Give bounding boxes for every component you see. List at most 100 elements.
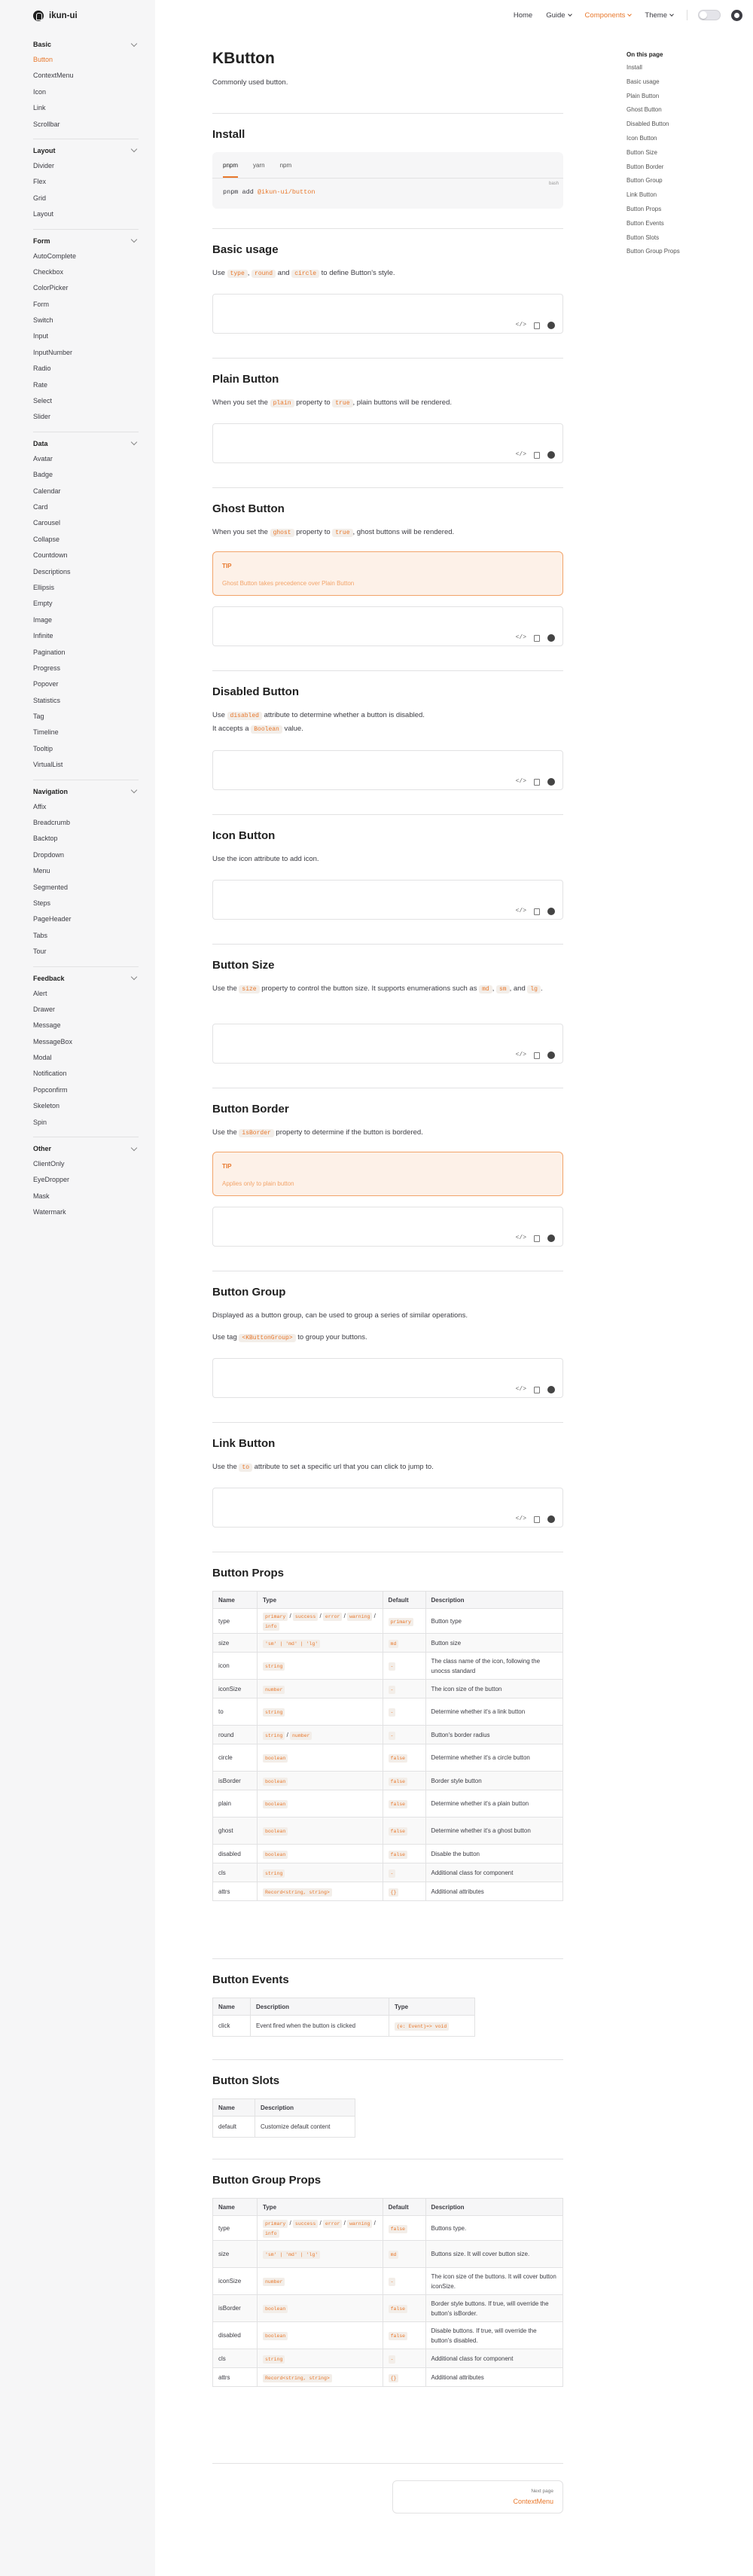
sidebar-item-slider[interactable]: Slider: [33, 409, 139, 425]
github-icon[interactable]: [547, 451, 555, 459]
sidebar-item-segmented[interactable]: Segmented: [33, 880, 139, 896]
sidebar-item-inputnumber[interactable]: InputNumber: [33, 345, 139, 361]
copy-icon[interactable]: [534, 1051, 540, 1059]
toc-item[interactable]: Button Props: [626, 203, 739, 217]
sidebar-group-header[interactable]: Feedback: [33, 973, 139, 984]
toc-item[interactable]: Button Slots: [626, 231, 739, 246]
toc-item[interactable]: Disabled Button: [626, 118, 739, 132]
toc-item[interactable]: Button Border: [626, 160, 739, 175]
github-icon[interactable]: [547, 1235, 555, 1242]
install-command[interactable]: pnpm add @ikun-ui/button: [223, 188, 315, 196]
sidebar-item-statistics[interactable]: Statistics: [33, 693, 139, 709]
sidebar-item-form[interactable]: Form: [33, 297, 139, 313]
github-icon[interactable]: [547, 1386, 555, 1393]
sidebar-item-steps[interactable]: Steps: [33, 896, 139, 911]
sidebar-item-clientonly[interactable]: ClientOnly: [33, 1156, 139, 1172]
sidebar-item-backtop[interactable]: Backtop: [33, 831, 139, 847]
code-icon[interactable]: </>: [516, 451, 526, 459]
github-icon[interactable]: [547, 1051, 555, 1059]
toc-item[interactable]: Icon Button: [626, 132, 739, 146]
toc-item[interactable]: Install: [626, 61, 739, 75]
sidebar-item-countdown[interactable]: Countdown: [33, 548, 139, 563]
sidebar-item-tour[interactable]: Tour: [33, 944, 139, 960]
sidebar-item-switch[interactable]: Switch: [33, 313, 139, 328]
tab-npm[interactable]: npm: [280, 158, 292, 178]
toc-item[interactable]: Ghost Button: [626, 103, 739, 118]
sidebar-item-carousel[interactable]: Carousel: [33, 515, 139, 531]
sidebar-item-layout[interactable]: Layout: [33, 206, 139, 222]
nav-guide[interactable]: Guide: [546, 11, 572, 20]
sidebar-item-infinite[interactable]: Infinite: [33, 628, 139, 644]
sidebar-item-descriptions[interactable]: Descriptions: [33, 564, 139, 580]
code-icon[interactable]: </>: [516, 1386, 526, 1393]
sidebar-item-dropdown[interactable]: Dropdown: [33, 847, 139, 863]
sidebar-item-tabs[interactable]: Tabs: [33, 928, 139, 944]
sidebar-item-card[interactable]: Card: [33, 499, 139, 515]
sidebar-group-header[interactable]: Form: [33, 236, 139, 246]
sidebar-item-watermark[interactable]: Watermark: [33, 1204, 139, 1220]
sidebar-item-contextmenu[interactable]: ContextMenu: [33, 68, 139, 84]
github-icon[interactable]: [731, 9, 742, 21]
github-icon[interactable]: [547, 908, 555, 915]
sidebar-item-spin[interactable]: Spin: [33, 1115, 139, 1131]
next-page-link[interactable]: Next page ContextMenu: [392, 2480, 563, 2513]
sidebar-item-checkbox[interactable]: Checkbox: [33, 264, 139, 280]
sidebar-item-button[interactable]: Button: [33, 52, 139, 68]
sidebar-item-scrollbar[interactable]: Scrollbar: [33, 117, 139, 133]
github-icon[interactable]: [547, 778, 555, 786]
code-icon[interactable]: </>: [516, 322, 526, 329]
sidebar-item-tooltip[interactable]: Tooltip: [33, 741, 139, 757]
sidebar-item-input[interactable]: Input: [33, 328, 139, 344]
sidebar-item-calendar[interactable]: Calendar: [33, 484, 139, 499]
sidebar-item-autocomplete[interactable]: AutoComplete: [33, 249, 139, 264]
sidebar-item-breadcrumb[interactable]: Breadcrumb: [33, 815, 139, 831]
toc-item[interactable]: Plain Button: [626, 90, 739, 104]
sidebar-item-affix[interactable]: Affix: [33, 799, 139, 815]
sidebar-item-messagebox[interactable]: MessageBox: [33, 1034, 139, 1050]
sidebar-item-pageheader[interactable]: PageHeader: [33, 911, 139, 927]
nav-theme[interactable]: Theme: [645, 11, 674, 20]
sidebar-item-grid[interactable]: Grid: [33, 191, 139, 206]
code-icon[interactable]: </>: [516, 778, 526, 786]
toc-item[interactable]: Button Group Props: [626, 245, 739, 259]
copy-icon[interactable]: [534, 1235, 540, 1242]
copy-icon[interactable]: [534, 451, 540, 459]
sidebar-item-timeline[interactable]: Timeline: [33, 725, 139, 740]
copy-icon[interactable]: [534, 908, 540, 915]
sidebar-item-drawer[interactable]: Drawer: [33, 1002, 139, 1018]
github-icon[interactable]: [547, 1515, 555, 1523]
nav-components[interactable]: Components: [585, 11, 633, 20]
sidebar-item-icon[interactable]: Icon: [33, 84, 139, 100]
sidebar-item-popover[interactable]: Popover: [33, 676, 139, 692]
code-icon[interactable]: </>: [516, 1515, 526, 1523]
copy-icon[interactable]: [534, 1386, 540, 1393]
dark-mode-toggle[interactable]: [698, 10, 721, 20]
code-icon[interactable]: </>: [516, 1051, 526, 1059]
code-icon[interactable]: </>: [516, 908, 526, 915]
sidebar-item-rate[interactable]: Rate: [33, 377, 139, 393]
code-icon[interactable]: </>: [516, 634, 526, 642]
sidebar-item-eyedropper[interactable]: EyeDropper: [33, 1172, 139, 1188]
github-icon[interactable]: [547, 322, 555, 329]
toc-item[interactable]: Button Events: [626, 217, 739, 231]
sidebar-item-collapse[interactable]: Collapse: [33, 532, 139, 548]
sidebar-item-alert[interactable]: Alert: [33, 986, 139, 1002]
sidebar-item-popconfirm[interactable]: Popconfirm: [33, 1082, 139, 1098]
brand[interactable]: ikun-ui: [33, 8, 78, 24]
sidebar-item-image[interactable]: Image: [33, 612, 139, 628]
github-icon[interactable]: [547, 634, 555, 642]
sidebar-item-colorpicker[interactable]: ColorPicker: [33, 280, 139, 296]
sidebar-item-link[interactable]: Link: [33, 100, 139, 116]
sidebar-item-ellipsis[interactable]: Ellipsis: [33, 580, 139, 596]
sidebar-group-header[interactable]: Data: [33, 438, 139, 449]
sidebar-item-modal[interactable]: Modal: [33, 1050, 139, 1066]
toc-item[interactable]: Button Size: [626, 146, 739, 160]
copy-icon[interactable]: [534, 778, 540, 786]
sidebar-group-header[interactable]: Other: [33, 1143, 139, 1154]
sidebar-item-tag[interactable]: Tag: [33, 709, 139, 725]
sidebar-item-flex[interactable]: Flex: [33, 174, 139, 190]
sidebar-item-virtuallist[interactable]: VirtualList: [33, 757, 139, 773]
sidebar-item-notification[interactable]: Notification: [33, 1066, 139, 1082]
nav-home[interactable]: Home: [514, 11, 532, 20]
sidebar-item-message[interactable]: Message: [33, 1018, 139, 1033]
